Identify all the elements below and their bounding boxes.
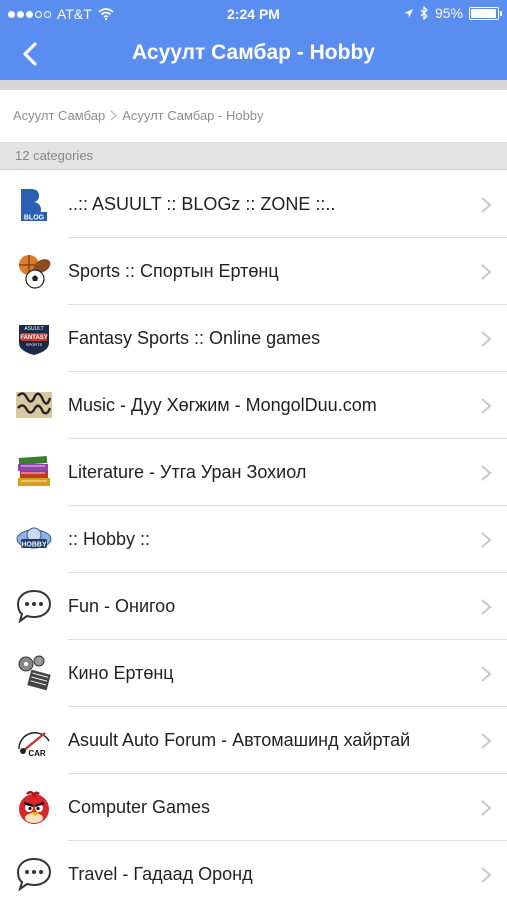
location-icon <box>403 8 413 18</box>
car-icon: CAR <box>18 732 50 758</box>
svg-text:BLOG: BLOG <box>24 215 45 222</box>
music-icon <box>16 392 52 418</box>
category-label: Кино Ертөнц <box>68 663 174 683</box>
svg-text:ASUULT: ASUULT <box>24 326 43 332</box>
chevron-right-icon <box>481 599 492 615</box>
chevron-right-icon <box>481 264 492 280</box>
category-list: BLOG ..:: ASUULT :: BLOGz :: ZONE ::.. S… <box>0 171 507 900</box>
list-item[interactable]: Sports :: Спортын Ертөнц <box>0 238 507 305</box>
top-bar: AT&T 2:24 PM 95% Асуулт Самбар - Hobby <box>0 0 507 80</box>
list-item[interactable]: Fun - Онигоо <box>0 573 507 640</box>
chevron-right-icon <box>481 197 492 213</box>
blog-icon: BLOG <box>17 187 51 222</box>
nav-bar: Асуулт Самбар - Hobby <box>0 28 507 80</box>
category-label: Fantasy Sports :: Online games <box>68 328 321 348</box>
status-bar: AT&T 2:24 PM 95% <box>0 0 507 28</box>
list-item[interactable]: Literature - Утга Уран Зохиол <box>0 439 507 506</box>
category-label: Music - Дуу Хөгжим - MongolDuu.com <box>68 395 377 415</box>
speech-bubble-icon <box>16 857 52 892</box>
category-label: ..:: ASUULT :: BLOGz :: ZONE ::.. <box>68 194 336 214</box>
list-item[interactable]: Travel - Гадаад Оронд <box>0 841 507 900</box>
bluetooth-icon <box>420 6 428 20</box>
battery-icon <box>469 6 502 20</box>
books-icon <box>18 456 50 486</box>
chevron-right-icon <box>481 666 492 682</box>
breadcrumb: Асуулт Самбар Асуулт Самбар - Hobby <box>0 90 507 142</box>
battery-percent: 95% <box>434 5 463 21</box>
list-item[interactable]: Computer Games <box>0 774 507 841</box>
chevron-left-icon[interactable] <box>18 40 46 68</box>
svg-text:FANTASY: FANTASY <box>20 335 48 341</box>
category-label: Fun - Онигоо <box>68 596 176 616</box>
speech-bubble-icon <box>16 589 52 624</box>
list-item[interactable]: CAR Asuult Auto Forum - Автомашинд хайрт… <box>0 707 507 774</box>
category-label: Literature - Утга Уран Зохиол <box>68 462 307 482</box>
breadcrumb-item-current: Асуулт Самбар - Hobby <box>122 108 264 123</box>
svg-text:CAR: CAR <box>28 749 46 758</box>
list-item[interactable]: ASUULT FANTASY SPORTS Fantasy Sports :: … <box>0 305 507 372</box>
chevron-right-icon <box>481 867 492 883</box>
category-label: Computer Games <box>68 797 211 817</box>
category-label: Travel - Гадаад Оронд <box>68 864 253 884</box>
chevron-right-icon <box>110 110 118 121</box>
fantasy-sports-icon: ASUULT FANTASY SPORTS <box>19 325 49 355</box>
chevron-right-icon <box>481 398 492 414</box>
page-title: Асуулт Самбар - Hobby <box>132 41 375 64</box>
list-item[interactable]: BLOG ..:: ASUULT :: BLOGz :: ZONE ::.. <box>0 171 507 238</box>
category-label: Asuult Auto Forum - Автомашинд хайртай <box>68 730 411 750</box>
list-item[interactable]: Music - Дуу Хөгжим - MongolDuu.com <box>0 372 507 439</box>
chevron-right-icon <box>481 331 492 347</box>
angry-bird-icon <box>19 791 49 824</box>
category-label: Sports :: Спортын Ертөнц <box>68 261 279 281</box>
divider <box>0 80 507 90</box>
list-item[interactable]: HOBBY :: Hobby :: <box>0 506 507 573</box>
svg-text:SPORTS: SPORTS <box>26 342 43 347</box>
chevron-right-icon <box>481 800 492 816</box>
chevron-right-icon <box>481 532 492 548</box>
categories-count: 12 categories <box>15 148 94 163</box>
list-item[interactable]: Кино Ертөнц <box>0 640 507 707</box>
hobby-icon: HOBBY <box>16 527 52 549</box>
categories-header: 12 categories <box>0 142 507 170</box>
breadcrumb-item-root[interactable]: Асуулт Самбар <box>13 108 105 123</box>
chevron-right-icon <box>481 465 492 481</box>
chevron-right-icon <box>481 733 492 749</box>
film-reel-icon <box>18 655 51 691</box>
category-label: :: Hobby :: <box>68 529 151 549</box>
sports-balls-icon <box>19 255 51 289</box>
svg-text:HOBBY: HOBBY <box>21 542 47 549</box>
